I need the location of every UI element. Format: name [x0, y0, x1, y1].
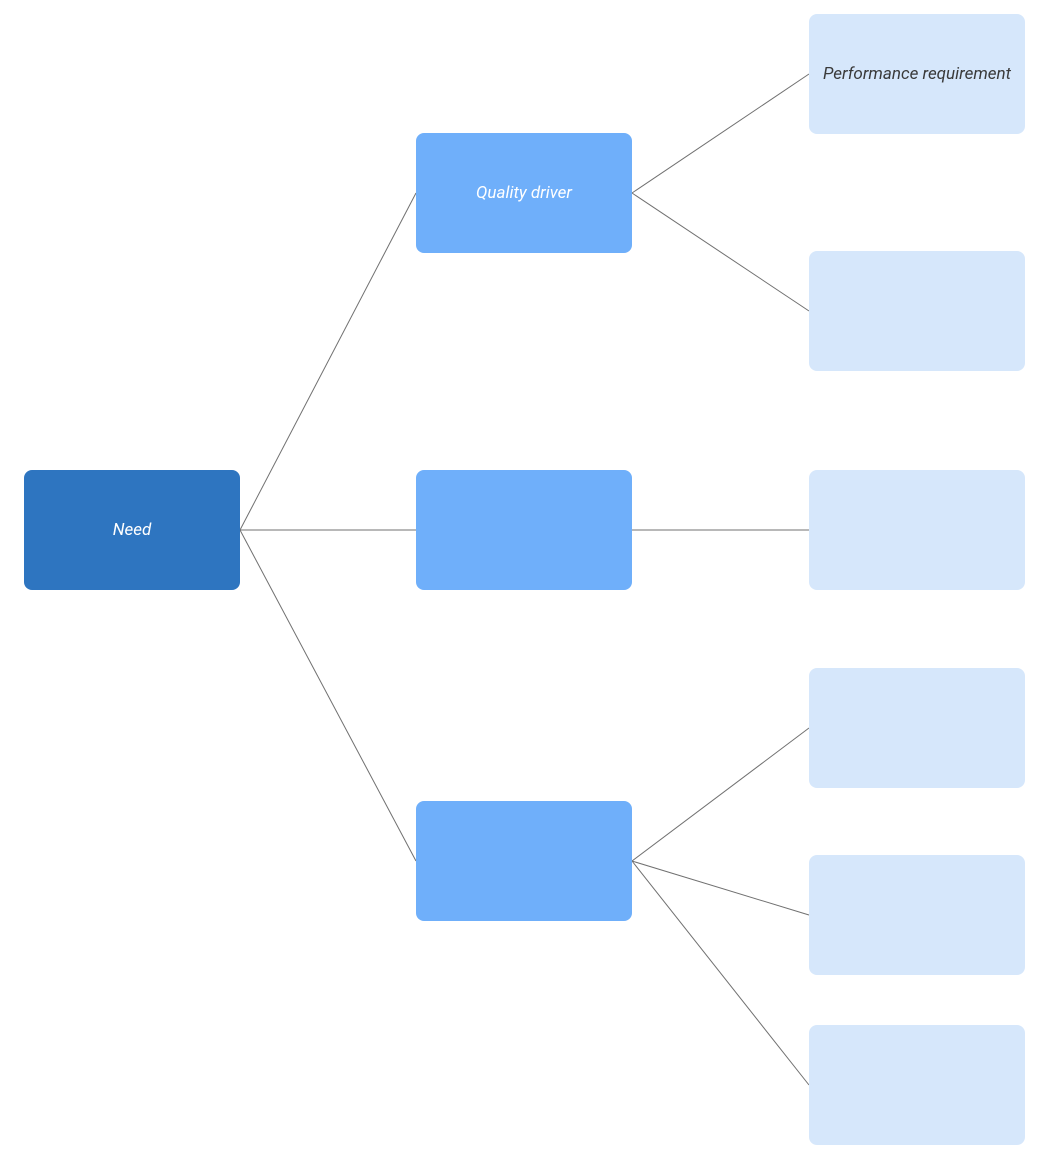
node-performance-requirement[interactable]: Performance requirement	[809, 14, 1025, 134]
connector-line	[632, 193, 809, 311]
node-leaf-5[interactable]	[809, 855, 1025, 975]
connector-line	[240, 530, 416, 861]
connector-line	[632, 861, 809, 1085]
node-leaf-2[interactable]	[809, 251, 1025, 371]
connector-line	[632, 728, 809, 861]
node-leaf-4[interactable]	[809, 668, 1025, 788]
node-label: Performance requirement	[823, 63, 1011, 85]
connector-line	[632, 861, 809, 915]
node-mid-3[interactable]	[416, 801, 632, 921]
node-leaf-6[interactable]	[809, 1025, 1025, 1145]
node-quality-driver[interactable]: Quality driver	[416, 133, 632, 253]
node-leaf-3[interactable]	[809, 470, 1025, 590]
connector-line	[632, 74, 809, 193]
connector-line	[240, 193, 416, 530]
node-label: Quality driver	[476, 182, 572, 204]
node-need-root[interactable]: Need	[24, 470, 240, 590]
node-mid-2[interactable]	[416, 470, 632, 590]
node-label: Need	[113, 519, 152, 541]
